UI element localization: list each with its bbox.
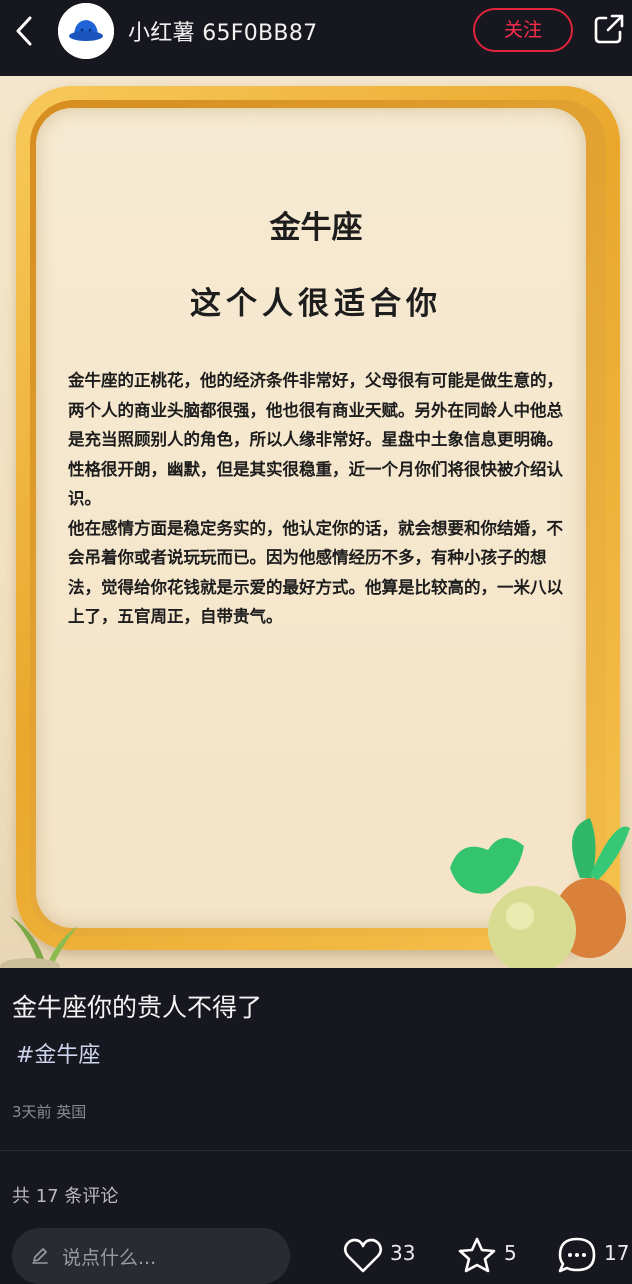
post-image[interactable]: 金牛座 这个人很适合你 金牛座的正桃花，他的经济条件非常好，父母很有可能是做生意… [0,76,632,968]
comments-count-label: 共 17 条评论 [12,1186,119,1207]
avatar[interactable] [58,3,114,59]
collect-count: 5 [504,1241,517,1265]
post-title: 金牛座你的贵人不得了 [12,993,263,1022]
hashtag-link[interactable]: #金牛座 [16,1037,100,1069]
collect-button[interactable]: 5 [456,1233,526,1277]
heart-icon [343,1238,383,1273]
image-paragraph: 他在感情方面是稳定务实的，他认定你的话，就会想要和你结婚，不会吊着你或者说玩玩而… [68,518,563,627]
image-body-text: 金牛座的正桃花，他的经济条件非常好，父母很有可能是做生意的，两个人的商业头脑都很… [68,366,574,632]
vegetables-icon [450,818,630,968]
post-meta: 3天前 英国 [12,1103,87,1121]
image-subtitle: 这个人很适合你 [190,286,442,322]
share-icon[interactable] [592,12,626,46]
comment-input-placeholder: 说点什么... [62,1247,157,1269]
back-chevron-icon[interactable] [8,12,40,52]
like-button[interactable]: 33 [342,1233,422,1277]
comment-bubble-icon [558,1237,596,1273]
comment-count: 17 [604,1241,630,1265]
image-title: 金牛座 [269,210,363,246]
comment-button[interactable]: 17 [556,1233,632,1277]
comment-input[interactable]: 说点什么... [12,1228,290,1284]
plant-leaves-icon [0,916,78,968]
pencil-icon [32,1248,48,1264]
divider [0,1150,632,1151]
follow-button[interactable]: 关注 [473,8,573,52]
bucket-hat-avatar-icon [58,3,114,59]
image-paragraph: 金牛座的正桃花，他的经济条件非常好，父母很有可能是做生意的，两个人的商业头脑都很… [68,371,563,508]
star-icon [458,1237,496,1273]
top-nav-bar: 小红薯 65F0BB87 关注 [0,0,632,76]
like-count: 33 [390,1241,416,1265]
author-name[interactable]: 小红薯 65F0BB87 [128,15,317,47]
